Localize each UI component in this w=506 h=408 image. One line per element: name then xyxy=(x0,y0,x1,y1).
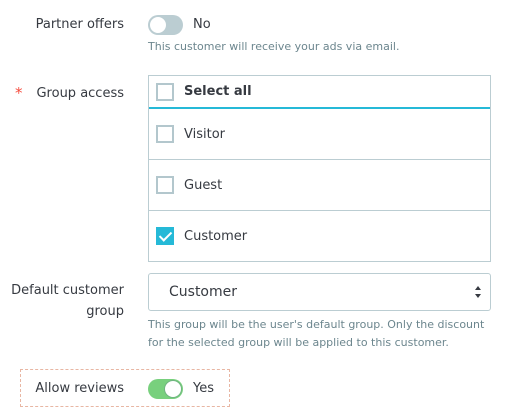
default-group-help-line1: This group will be the user's default gr… xyxy=(148,318,485,331)
default-group-label-line1: Default customer xyxy=(11,283,124,298)
default-group-label-line2: group xyxy=(86,304,124,319)
group-option-customer[interactable]: Customer xyxy=(149,211,490,261)
customer-label: Customer xyxy=(184,228,248,244)
default-group-select[interactable]: Customer xyxy=(148,273,491,311)
partner-offers-toggle-row[interactable]: No xyxy=(148,14,211,35)
toggle-knob xyxy=(164,379,182,398)
partner-offers-label: Partner offers xyxy=(35,17,124,32)
default-group-label: Default customer group xyxy=(11,280,124,322)
select-all-label: Select all xyxy=(184,84,252,99)
guest-label: Guest xyxy=(184,177,223,193)
partner-offers-help: This customer will receive your ads via … xyxy=(148,40,400,53)
group-option-guest[interactable]: Guest xyxy=(149,160,490,211)
default-group-help-line2: for the selected group will be applied t… xyxy=(148,336,449,349)
allow-reviews-state: Yes xyxy=(193,381,214,396)
allow-reviews-toggle-row[interactable]: Yes xyxy=(148,378,214,399)
partner-offers-state: No xyxy=(193,17,211,32)
allow-reviews-label: Allow reviews xyxy=(35,381,124,396)
guest-checkbox[interactable] xyxy=(156,176,174,194)
visitor-checkbox[interactable] xyxy=(156,125,174,143)
default-group-selected-value: Customer xyxy=(169,284,238,300)
partner-offers-toggle[interactable] xyxy=(148,14,183,35)
select-all-checkbox[interactable] xyxy=(156,82,174,101)
toggle-knob xyxy=(149,15,167,34)
select-all-row[interactable]: Select all xyxy=(149,76,490,109)
group-access-label: Group access xyxy=(36,86,124,101)
default-group-help: This group will be the user's default gr… xyxy=(148,316,484,352)
select-arrows-icon xyxy=(475,286,481,298)
visitor-label: Visitor xyxy=(184,126,225,142)
allow-reviews-toggle[interactable] xyxy=(148,378,183,399)
customer-checkbox[interactable] xyxy=(156,227,174,245)
required-asterisk: * xyxy=(15,84,23,102)
group-access-checklist: Select all Visitor Guest Customer xyxy=(148,75,491,262)
group-option-visitor[interactable]: Visitor xyxy=(149,109,490,160)
